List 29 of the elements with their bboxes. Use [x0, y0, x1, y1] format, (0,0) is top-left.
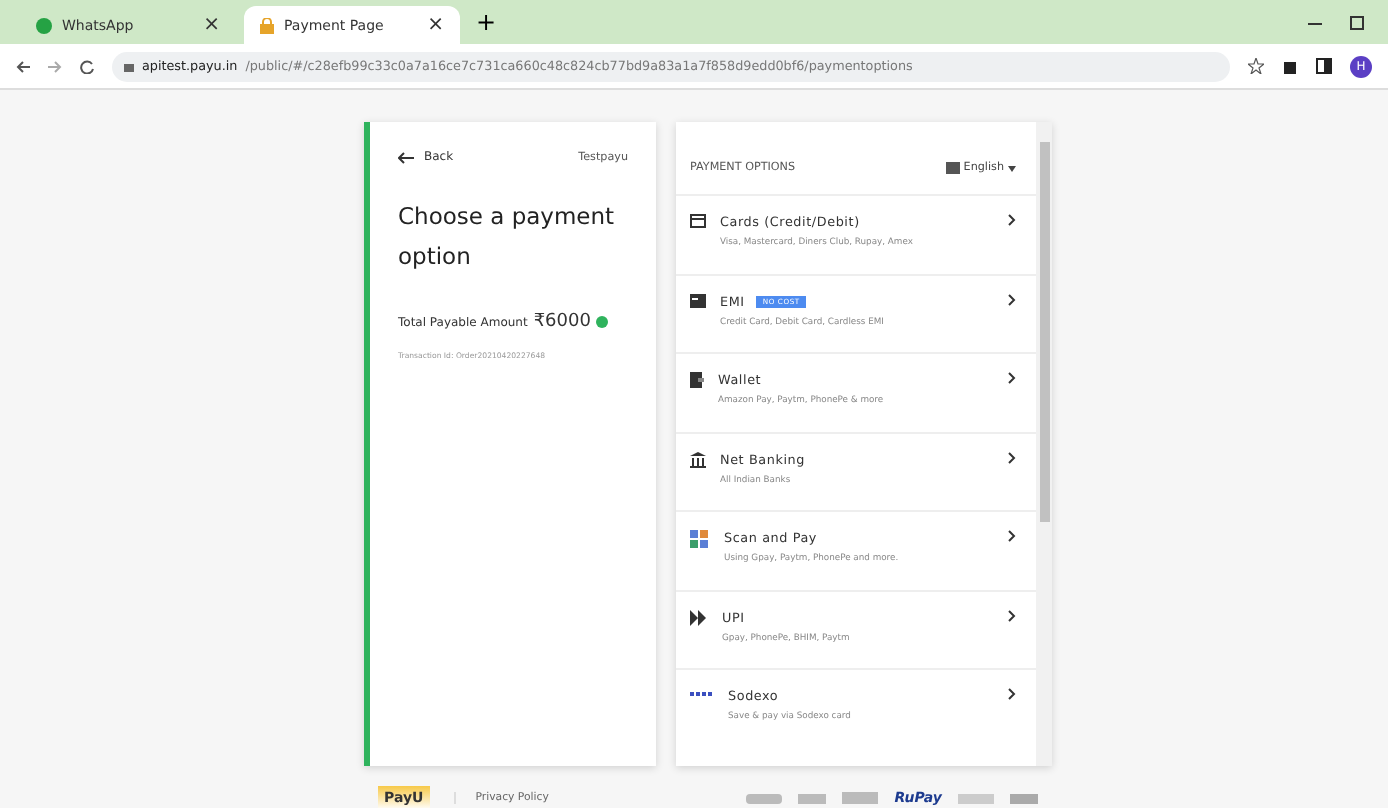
back-icon[interactable]: [16, 59, 30, 73]
chevron-right-icon: [1008, 214, 1016, 226]
chevron-right-icon: [1008, 609, 1016, 621]
close-icon[interactable]: ×: [427, 14, 444, 36]
chevron-right-icon: [1008, 451, 1016, 463]
sidebar-icon[interactable]: [1316, 58, 1332, 74]
chat-icon: [36, 17, 52, 33]
close-icon[interactable]: ×: [203, 14, 220, 36]
wallet-icon: [690, 372, 704, 388]
chevron-right-icon: [1008, 688, 1016, 700]
new-tab-button[interactable]: +: [476, 8, 497, 36]
qr-icon: [690, 530, 710, 548]
reload-icon[interactable]: [80, 59, 94, 73]
chevron-right-icon: [1008, 293, 1016, 305]
card-icon: [690, 214, 706, 228]
amount-value: ₹6000: [533, 312, 591, 332]
scrollbar[interactable]: [1036, 122, 1052, 766]
bank-icon: [690, 451, 706, 467]
card-icon: [690, 293, 706, 307]
caret-down-icon: [1008, 165, 1016, 171]
arrow-left-icon: [398, 151, 414, 163]
chevron-right-icon: [1008, 530, 1016, 542]
chevron-right-icon: [1008, 372, 1016, 384]
star-icon[interactable]: [1248, 58, 1264, 74]
info-icon[interactable]: [596, 316, 609, 328]
sodexo-icon: [690, 688, 714, 698]
upi-icon: [690, 609, 708, 625]
maximize-icon[interactable]: [1350, 15, 1364, 29]
page-heading: Choose a payment option: [398, 200, 617, 274]
